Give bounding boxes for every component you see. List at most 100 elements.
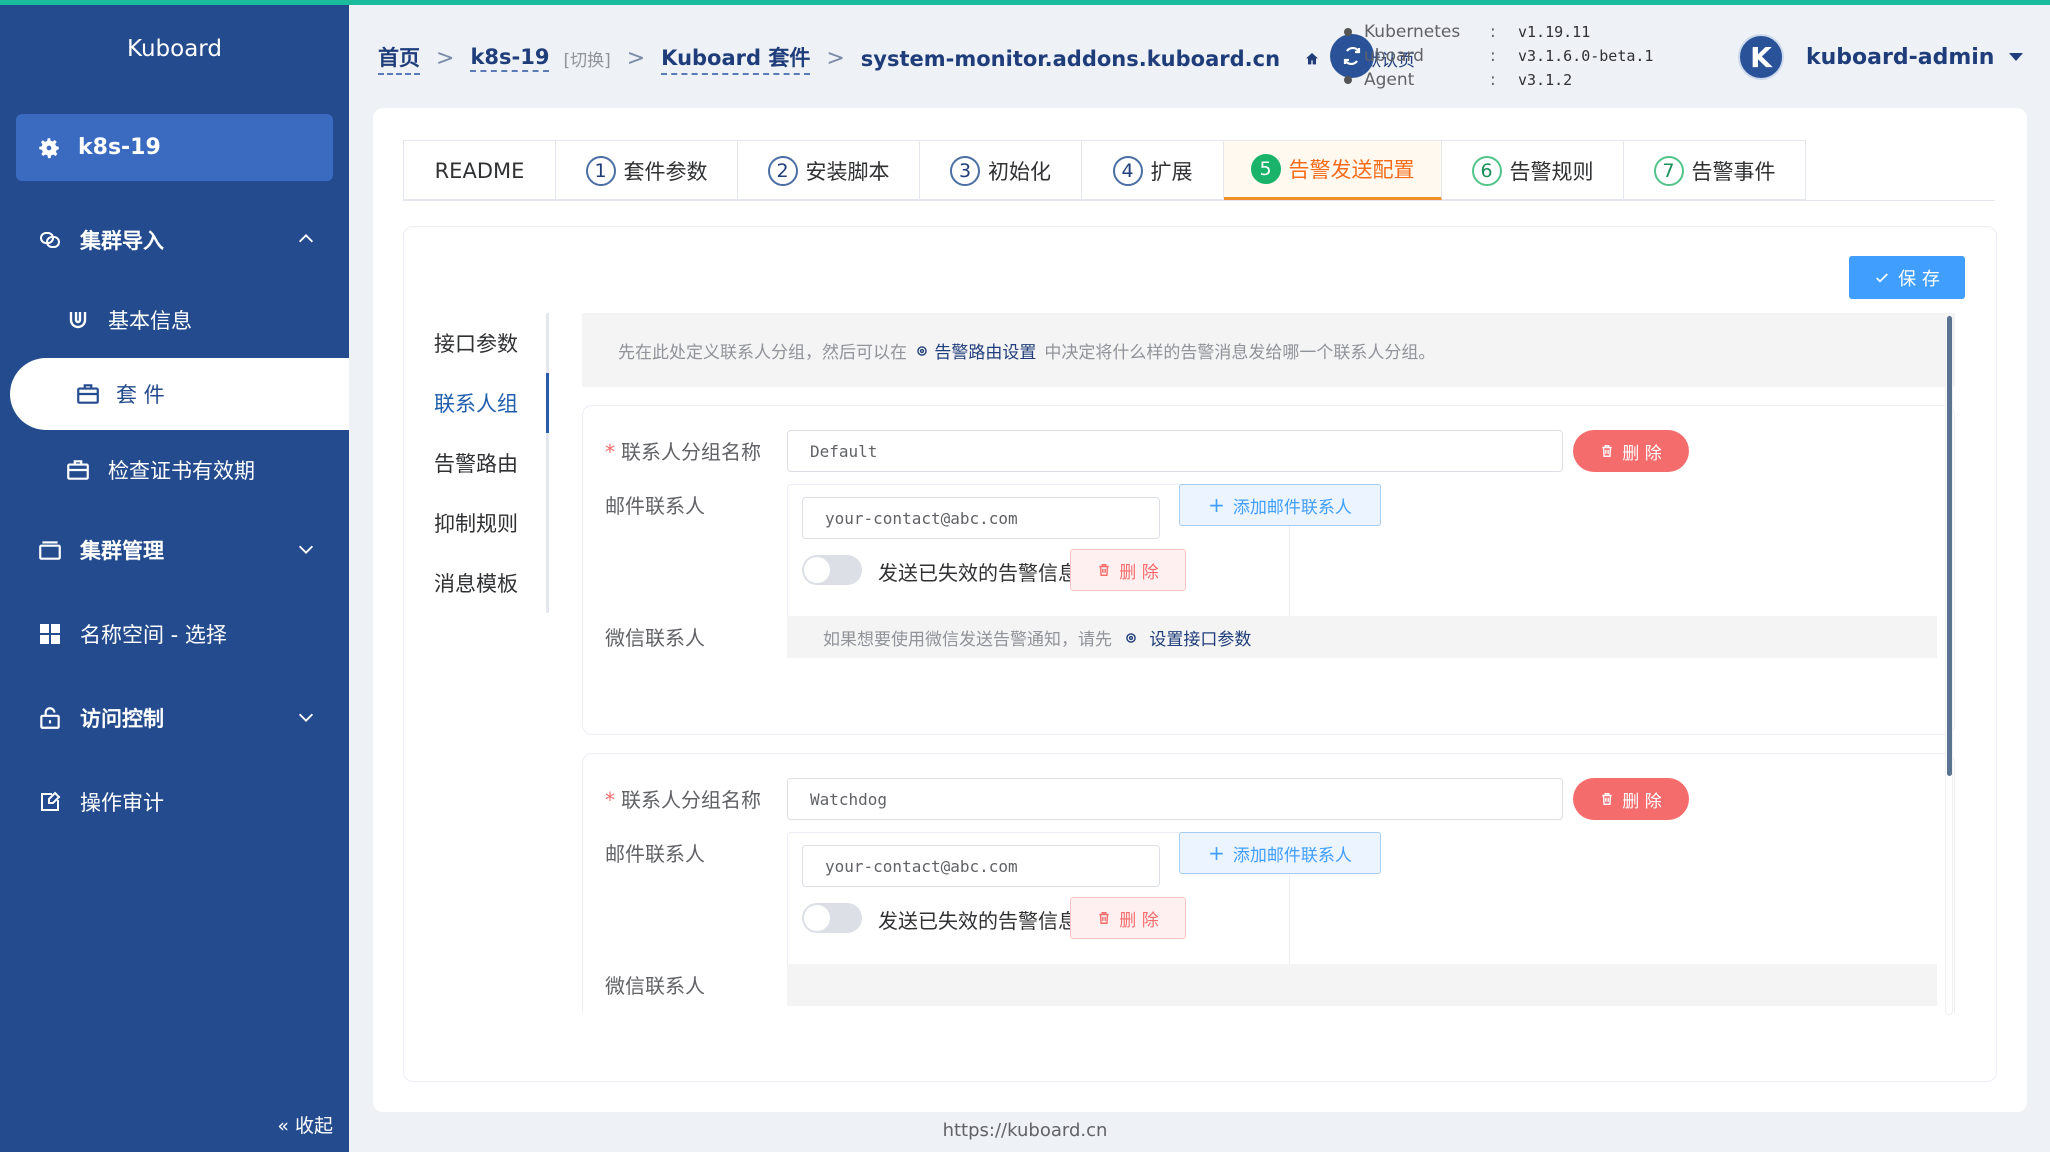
tab-install-script[interactable]: 2 安装脚本 <box>738 141 920 201</box>
wechat-settings-label: 设置接口参数 <box>1149 629 1252 650</box>
edit-icon <box>36 788 64 816</box>
nav-label: 基本信息 <box>108 309 192 333</box>
tab-init[interactable]: 3 初始化 <box>920 141 1082 201</box>
save-label: 保 存 <box>1898 268 1940 290</box>
version-value: v1.19.11 <box>1518 23 1591 41</box>
nav-audit[interactable]: 操作审计 <box>0 772 349 832</box>
contact-group-card: * 联系人分组名称 Default 删 除 邮件联系人 your-contact@… <box>582 405 1955 735</box>
contact-group-card: * 联系人分组名称 Watchdog 删 除 邮件联系人 your-contact… <box>582 753 1955 1013</box>
save-button[interactable]: 保 存 <box>1849 256 1965 299</box>
cluster-selector[interactable]: k8s-19 <box>16 114 333 181</box>
delete-contact-button[interactable]: 删 除 <box>1070 549 1186 591</box>
email-field[interactable]: your-contact@abc.com <box>802 497 1160 539</box>
alert-routing-link[interactable]: 告警路由设置 <box>915 338 1036 363</box>
switch-cluster-link[interactable]: [切换] <box>563 46 610 71</box>
tab-label: 告警发送配置 <box>1288 158 1415 182</box>
delete-contact-button[interactable]: 删 除 <box>1070 897 1186 939</box>
email-field[interactable]: your-contact@abc.com <box>802 845 1160 887</box>
check-icon <box>1876 272 1889 283</box>
wechat-hint-text: 如果想要使用微信发送告警通知，请先 <box>823 629 1112 650</box>
nav-label: 套 件 <box>116 383 165 407</box>
chevron-up-icon <box>298 234 314 243</box>
delete-group-button[interactable]: 删 除 <box>1573 430 1689 472</box>
wechat-hint: 如果想要使用微信发送告警通知，请先 设置接口参数 <box>787 616 1937 658</box>
subnav-message-templates[interactable]: 消息模板 <box>434 553 552 613</box>
subnav-inhibit-rules[interactable]: 抑制规则 <box>434 493 552 553</box>
plus-icon: + <box>1208 841 1225 865</box>
send-expired-toggle[interactable] <box>802 555 862 585</box>
chevron-right-icon: > <box>826 46 845 71</box>
step-number: 4 <box>1112 156 1143 186</box>
tab-alert-send-config[interactable]: 5 告警发送配置 <box>1224 141 1442 201</box>
nav-label: 操作审计 <box>80 791 164 815</box>
breadcrumb-kit[interactable]: Kuboard 套件 <box>661 42 811 75</box>
add-mail-contact-button[interactable]: + 添加邮件联系人 <box>1179 832 1381 874</box>
magnet-icon <box>64 306 92 334</box>
breadcrumb-cluster[interactable]: k8s-19 <box>470 45 550 72</box>
tab-alert-rules[interactable]: 6 告警规则 <box>1442 141 1624 201</box>
settings-icon <box>917 345 927 356</box>
nav-label: 集群管理 <box>80 539 164 563</box>
required-mark: * <box>605 440 615 464</box>
tab-label: 告警规则 <box>1509 160 1594 184</box>
delete-group-button[interactable]: 删 除 <box>1573 778 1689 820</box>
required-mark: * <box>605 788 615 812</box>
grid-icon <box>36 620 64 648</box>
mail-contacts-label: 邮件联系人 <box>605 842 705 866</box>
tab-readme[interactable]: README <box>404 141 556 201</box>
tab-label: 安装脚本 <box>805 160 890 184</box>
tab-extend[interactable]: 4 扩展 <box>1082 141 1224 201</box>
top-accent-line <box>0 0 2050 5</box>
step-number: 5 <box>1250 154 1281 184</box>
breadcrumb: 首页 > k8s-19 [切换] > Kuboard 套件 > system-m… <box>378 42 1415 75</box>
subnav-contact-groups[interactable]: 联系人组 <box>434 373 552 433</box>
box-icon <box>36 536 64 564</box>
tab-bar: README 1 套件参数 2 安装脚本 3 初始化 4 扩展 5 告警发送配置… <box>403 140 1806 201</box>
nav-access-control[interactable]: 访问控制 <box>0 688 349 748</box>
chevron-down-icon <box>298 545 314 554</box>
nav-cert-check[interactable]: 检查证书有效期 <box>0 440 349 500</box>
config-panel: 保 存 接口参数 联系人组 告警路由 抑制规则 消息模板 先在此处定义联系人分组… <box>403 226 1997 1082</box>
tab-label: 套件参数 <box>623 160 708 184</box>
footer-link[interactable]: https://kuboard.cn <box>0 1120 2050 1141</box>
group-name-input[interactable]: Watchdog <box>787 778 1563 820</box>
send-expired-toggle[interactable] <box>802 903 862 933</box>
step-number: 2 <box>767 156 798 186</box>
link-icon <box>36 226 64 254</box>
delete-label: 删 除 <box>1119 910 1159 931</box>
briefcase-icon <box>64 456 92 484</box>
nav-cluster-manage[interactable]: 集群管理 <box>0 520 349 580</box>
nav-namespace-select[interactable]: 名称空间 - 选择 <box>0 604 349 664</box>
scrollbar[interactable] <box>1945 315 1953 1015</box>
nav-kits[interactable]: 套 件 <box>10 358 349 430</box>
nav-label: 集群导入 <box>80 229 164 253</box>
trash-icon <box>1602 793 1612 805</box>
nav-label: 检查证书有效期 <box>108 459 255 483</box>
chevron-right-icon: > <box>436 46 455 71</box>
mail-contacts-label: 邮件联系人 <box>605 494 705 518</box>
nav-cluster-import[interactable]: 集群导入 <box>0 210 349 270</box>
user-menu[interactable]: K kuboard-admin <box>1738 34 2024 80</box>
tab-label: README <box>434 159 525 183</box>
caret-down-icon <box>2009 53 2024 61</box>
group-name-text: 联系人分组名称 <box>621 440 761 464</box>
app-logo: Kuboard <box>127 36 222 62</box>
scrollbar-thumb[interactable] <box>1947 316 1952 776</box>
group-name-input[interactable]: Default <box>787 430 1563 472</box>
nav-basic-info[interactable]: 基本信息 <box>0 290 349 350</box>
add-mail-label: 添加邮件联系人 <box>1232 497 1352 518</box>
add-mail-contact-button[interactable]: + 添加邮件联系人 <box>1179 484 1381 526</box>
tab-kit-params[interactable]: 1 套件参数 <box>556 141 738 201</box>
alert-routing-link-label: 告警路由设置 <box>934 342 1037 363</box>
version-key: Kubernetes <box>1364 22 1461 42</box>
version-key: uboard <box>1364 46 1424 66</box>
wechat-settings-link[interactable]: 设置接口参数 <box>1124 625 1251 650</box>
cluster-name: k8s-19 <box>78 135 161 160</box>
plus-icon: + <box>1208 493 1225 517</box>
breadcrumb-home[interactable]: 首页 <box>378 42 420 75</box>
subnav-alert-routing[interactable]: 告警路由 <box>434 433 552 493</box>
tab-alert-events[interactable]: 7 告警事件 <box>1624 141 1806 201</box>
subnav-api-params[interactable]: 接口参数 <box>434 313 552 373</box>
hint-text: 中决定将什么样的告警消息发给哪一个联系人分组。 <box>1044 342 1436 363</box>
avatar: K <box>1738 34 1784 80</box>
